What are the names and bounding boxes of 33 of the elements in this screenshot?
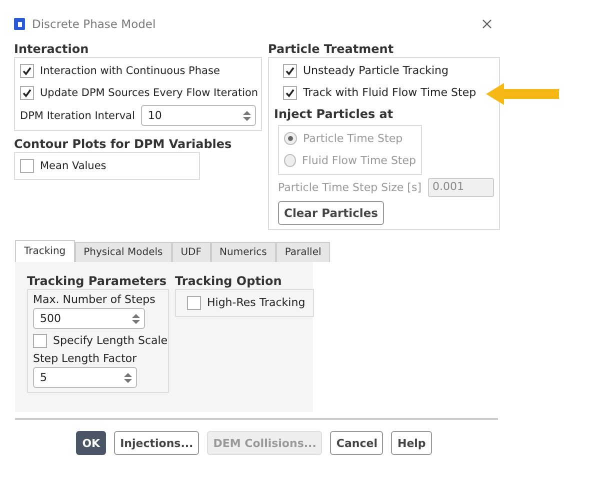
checkbox-label: Mean Values	[40, 160, 106, 172]
clear-particles-button[interactable]: Clear Particles	[278, 201, 384, 225]
section-heading: Interaction	[14, 42, 90, 56]
radio-label: Fluid Flow Time Step	[302, 154, 416, 167]
checkbox-label: Unsteady Particle Tracking	[303, 64, 448, 77]
spinner-field[interactable]: 10	[140, 105, 256, 126]
tab[interactable]: Parallel	[276, 242, 330, 262]
checkbox-label: Track with Fluid Flow Time Step	[303, 86, 476, 99]
section-heading: Contour Plots for DPM Variables	[14, 137, 233, 151]
window-title: Discrete Phase Model	[32, 17, 156, 31]
dialog-button[interactable]: Cancel	[330, 431, 384, 455]
tab[interactable]: UDF	[172, 242, 211, 262]
tab[interactable]: Numerics	[210, 242, 276, 262]
dialog-button[interactable]: Help	[391, 431, 432, 455]
checkbox-label: Update DPM Sources Every Flow Iteration	[40, 86, 258, 98]
ok-button[interactable]: OK	[76, 431, 106, 455]
spinner-field[interactable]: 500	[33, 308, 145, 329]
section-heading: Inject Particles at	[274, 107, 394, 121]
spinner-field[interactable]: 5	[33, 367, 137, 388]
checkbox-label: Specify Length Scale	[53, 334, 168, 347]
field-label: DPM Iteration Interval	[20, 110, 135, 122]
tab[interactable]: Tracking	[15, 240, 75, 262]
dialog-button[interactable]: Injections...	[114, 431, 200, 455]
field-label: Max. Number of Steps	[33, 293, 156, 306]
checkbox-label: High-Res Tracking	[207, 296, 306, 309]
tab[interactable]: Physical Models	[74, 242, 172, 262]
section-heading: Tracking Parameters	[27, 274, 168, 288]
field-label: Particle Time Step Size [s]	[278, 181, 422, 194]
checkbox-label: Interaction with Continuous Phase	[40, 64, 220, 76]
field-label: Step Length Factor	[33, 352, 138, 365]
section-heading: Particle Treatment	[268, 42, 395, 56]
section-heading: Tracking Option	[175, 274, 283, 288]
radio-label: Particle Time Step	[303, 132, 403, 145]
